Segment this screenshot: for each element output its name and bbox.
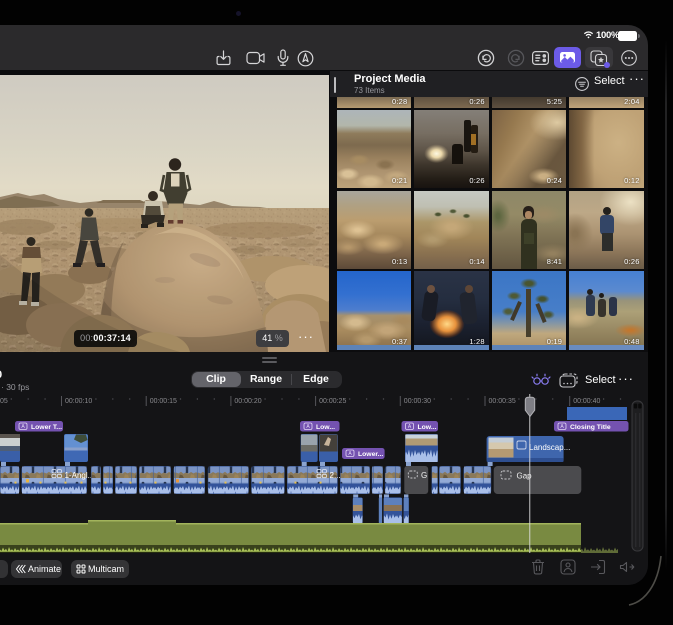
svg-text:Low...: Low... <box>418 424 437 431</box>
svg-text:1-Angl...: 1-Angl... <box>65 471 95 480</box>
svg-text:Closing Title: Closing Title <box>570 424 611 431</box>
svg-text:2...: 2... <box>330 471 341 480</box>
svg-text:Lower T...: Lower T... <box>31 424 62 431</box>
svg-text:Low...: Low... <box>316 424 335 431</box>
svg-text:05: 05 <box>0 398 8 405</box>
svg-text:G: G <box>421 471 427 480</box>
svg-text:Landscap...: Landscap... <box>529 443 570 452</box>
svg-text:Lower...: Lower... <box>358 451 383 458</box>
